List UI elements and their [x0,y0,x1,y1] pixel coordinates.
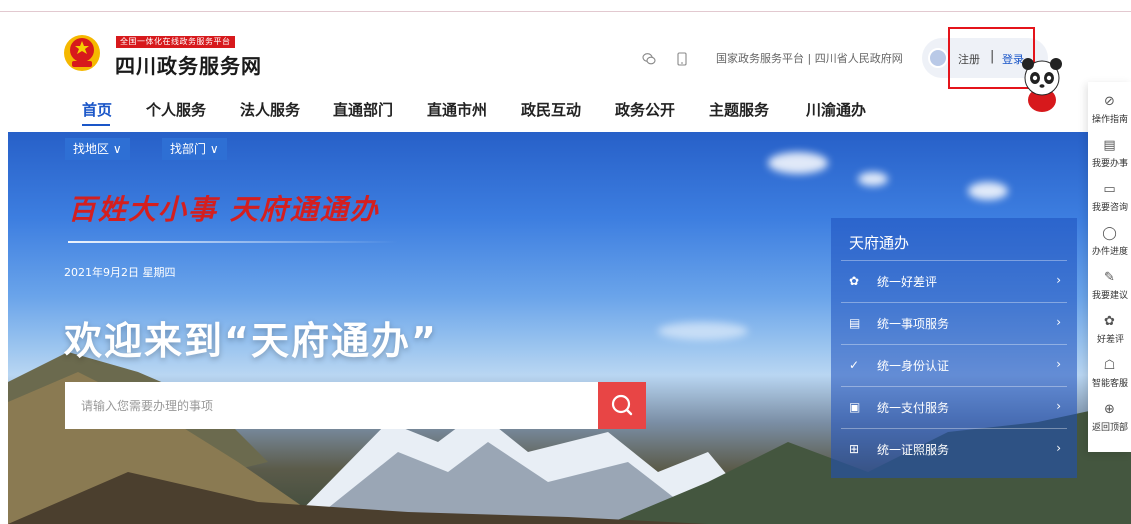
current-date: 2021年9月2日 星期四 [64,266,176,279]
toolbar-robot[interactable]: ☖ 智能客服 [1088,352,1131,396]
nav-active-indicator [82,124,110,126]
slogan: 百姓大小事 天府通通办 [68,193,380,226]
nav-item-home[interactable]: 首页 [82,96,112,124]
compass-icon: ⊘ [1104,94,1115,109]
toolbar-label: 我要建议 [1092,291,1129,301]
toolbar-label: 我要办事 [1092,159,1129,169]
platform-tag: 全国一体化在线政务服务平台 [116,36,235,48]
national-emblem-icon [64,35,100,71]
nav-item-cities[interactable]: 直通市州 [427,96,487,124]
welcome-heading: 欢迎来到“天府通办” [64,319,438,363]
nav-item-personal[interactable]: 个人服务 [146,96,206,124]
filter-department-button[interactable]: 找部门 ∨ [162,138,227,160]
toolbar-label: 返回顶部 [1092,423,1129,433]
toolbar-apply[interactable]: ▤ 我要办事 [1088,132,1131,176]
toolbar-label: 我要咨询 [1092,203,1129,213]
search-input[interactable] [65,382,572,429]
chevron-right-icon: › [1056,357,1061,371]
nav-item-corporate[interactable]: 法人服务 [240,96,300,124]
filter-region-button[interactable]: 找地区 ∨ [65,138,130,160]
toolbar-back-to-top[interactable]: ⊕ 返回顶部 [1088,396,1131,440]
search-icon [611,394,633,416]
toolbar-progress[interactable]: ◯ 办件进度 [1088,220,1131,264]
chevron-right-icon: › [1056,315,1061,329]
cloud [858,172,888,186]
panel-item-rating[interactable]: ✿ 统一好差评 › [841,260,1067,302]
toolbar-label: 好差评 [1097,335,1125,345]
avatar[interactable] [928,48,948,68]
top-divider [0,11,1131,12]
chevron-right-icon: › [1056,399,1061,413]
chat-icon: ▭ [1103,182,1116,197]
shield-check-icon: ✓ [849,358,860,372]
suggest-icon: ✎ [1104,270,1115,285]
chevron-right-icon: › [1056,273,1061,287]
back-to-top-icon: ⊕ [1104,402,1115,417]
right-toolbar: ⊘ 操作指南 ▤ 我要办事 ▭ 我要咨询 ◯ 办件进度 ✎ 我要建议 ✿ 好差评… [1088,82,1131,452]
nav-item-chuanyu[interactable]: 川渝通办 [806,96,866,124]
panda-mascot-icon [1022,58,1062,112]
badge-icon: ✿ [849,274,860,288]
mobile-icon[interactable] [675,52,689,66]
panel-item-label: 统一事项服务 [877,317,950,331]
license-icon: ⊞ [849,442,860,456]
rating-icon: ✿ [1104,314,1115,329]
toolbar-consult[interactable]: ▭ 我要咨询 [1088,176,1131,220]
chevron-right-icon: › [1056,441,1061,455]
panel-item-label: 统一支付服务 [877,401,950,415]
tianfu-service-panel: 天府通办 ✿ 统一好差评 › ▤ 统一事项服务 › ✓ 统一身份认证 › ▣ 统… [831,218,1077,478]
nav-item-departments[interactable]: 直通部门 [333,96,393,124]
slogan-underline [68,241,398,243]
toolbar-label: 智能客服 [1092,379,1129,389]
wechat-icon[interactable] [642,52,656,66]
payment-icon: ▣ [849,400,861,414]
toolbar-suggest[interactable]: ✎ 我要建议 [1088,264,1131,308]
toolbar-label: 办件进度 [1092,247,1129,257]
search-button[interactable] [598,382,646,429]
top-links[interactable]: 国家政务服务平台 | 四川省人民政府网 [716,50,903,66]
toolbar-label: 操作指南 [1092,115,1129,125]
nav-item-public[interactable]: 政务公开 [615,96,675,124]
panel-title: 天府通办 [849,234,910,252]
panel-item-label: 统一好差评 [877,275,938,289]
nav-item-interaction[interactable]: 政民互动 [521,96,581,124]
cloud [768,152,828,174]
progress-icon: ◯ [1102,226,1117,241]
cloud [968,182,1008,200]
panel-item-label: 统一身份认证 [877,359,950,373]
search-box [65,382,646,429]
toolbar-rating[interactable]: ✿ 好差评 [1088,308,1131,352]
document-icon: ▤ [849,316,861,330]
panel-item-matters[interactable]: ▤ 统一事项服务 › [841,302,1067,344]
nav-item-themes[interactable]: 主题服务 [709,96,769,124]
form-icon: ▤ [1103,138,1116,153]
panel-item-payment[interactable]: ▣ 统一支付服务 › [841,386,1067,428]
hero-banner: 找地区 ∨ 找部门 ∨ 百姓大小事 天府通通办 2021年9月2日 星期四 欢迎… [8,132,1131,524]
site-title[interactable]: 四川政务服务网 [115,50,262,79]
robot-icon: ☖ [1103,358,1116,373]
panel-item-identity[interactable]: ✓ 统一身份认证 › [841,344,1067,386]
toolbar-guide[interactable]: ⊘ 操作指南 [1088,88,1131,132]
panel-item-label: 统一证照服务 [877,443,950,457]
panel-item-license[interactable]: ⊞ 统一证照服务 › [841,428,1067,470]
